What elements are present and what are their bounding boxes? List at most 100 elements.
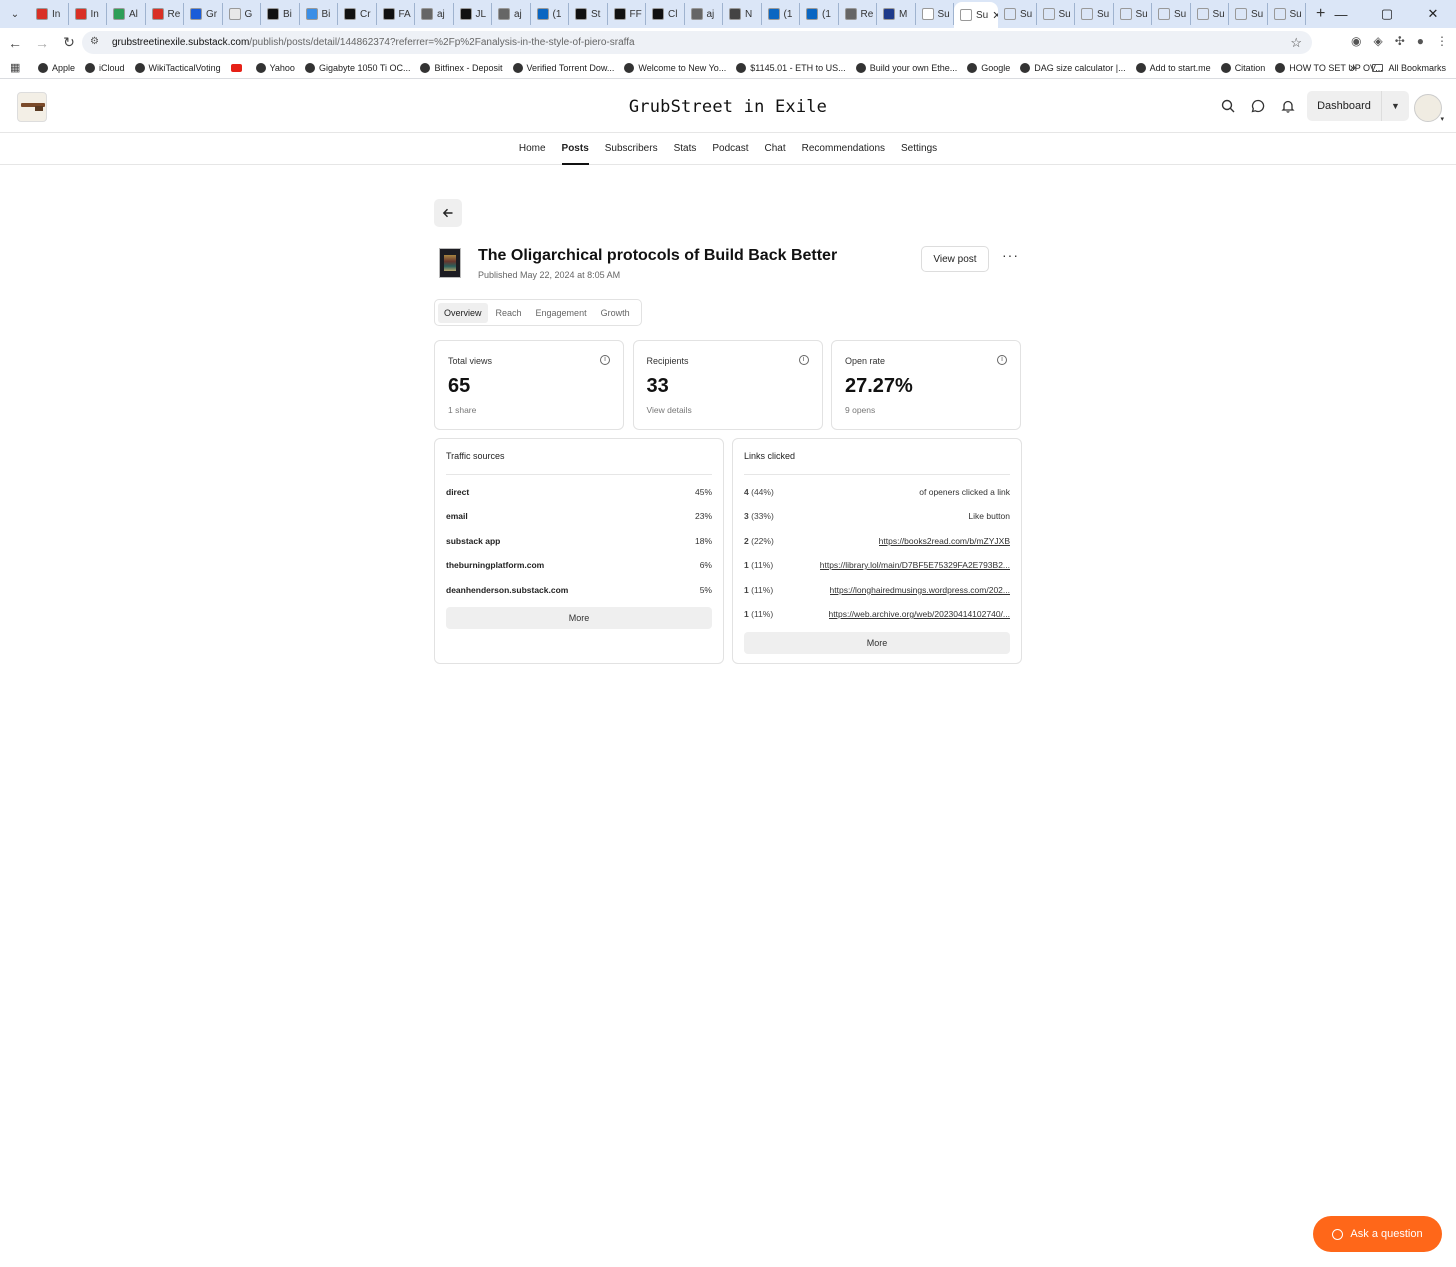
- more-options-icon[interactable]: ···: [1002, 247, 1019, 263]
- bookmark-star-icon[interactable]: ☆: [1290, 35, 1302, 51]
- back-arrow-icon[interactable]: [434, 199, 462, 227]
- nav-item-podcast[interactable]: Podcast: [712, 133, 748, 165]
- bookmark-item[interactable]: Yahoo: [255, 62, 295, 73]
- bookmark-item[interactable]: DAG size calculator |...: [1020, 62, 1126, 73]
- browser-tab[interactable]: Al: [107, 3, 146, 25]
- nav-item-home[interactable]: Home: [519, 133, 546, 165]
- ask-question-button[interactable]: Ask a question: [1313, 1216, 1442, 1252]
- browser-tab[interactable]: JL: [454, 3, 492, 25]
- all-bookmarks[interactable]: All Bookmarks: [1372, 63, 1446, 73]
- browser-menu-icon[interactable]: ⋮: [1436, 34, 1448, 48]
- browser-tab[interactable]: In: [69, 3, 107, 25]
- browser-tab[interactable]: FA: [377, 3, 415, 25]
- extension-icon[interactable]: ◉: [1351, 34, 1361, 48]
- avatar[interactable]: ▾: [1414, 94, 1444, 123]
- browser-tab[interactable]: Re: [146, 3, 184, 25]
- traffic-more-button[interactable]: More: [446, 607, 712, 629]
- nav-item-recommendations[interactable]: Recommendations: [802, 133, 885, 165]
- bookmark-item[interactable]: Bitfinex - Deposit: [420, 62, 503, 73]
- minimize-icon[interactable]: —: [1318, 7, 1364, 22]
- clicked-link[interactable]: https://longhairedmusings.wordpress.com/…: [830, 585, 1010, 595]
- nav-item-subscribers[interactable]: Subscribers: [605, 133, 658, 165]
- bookmark-item[interactable]: WikiTacticalVoting: [134, 62, 221, 73]
- browser-tab[interactable]: In: [30, 3, 69, 25]
- dashboard-button[interactable]: Dashboard ▼: [1307, 91, 1409, 121]
- puzzle-icon[interactable]: ✣: [1395, 34, 1405, 48]
- browser-tab[interactable]: (1: [762, 3, 800, 25]
- bookmark-item[interactable]: Apple: [38, 62, 75, 73]
- bookmark-item[interactable]: iCloud: [85, 62, 125, 73]
- tab-overview[interactable]: Overview: [438, 302, 488, 323]
- tab-reach[interactable]: Reach: [490, 303, 528, 323]
- browser-tab[interactable]: (1: [800, 3, 839, 25]
- links-more-button[interactable]: More: [744, 632, 1010, 654]
- browser-tab[interactable]: Bi: [300, 3, 338, 25]
- browser-tab[interactable]: Su: [1037, 3, 1075, 25]
- browser-tab[interactable]: Bi: [261, 3, 300, 25]
- browser-tab[interactable]: Su: [1268, 3, 1306, 25]
- browser-tab[interactable]: Su: [998, 3, 1037, 25]
- browser-tab[interactable]: (1: [531, 3, 569, 25]
- bookmark-item[interactable]: Add to start.me: [1135, 62, 1211, 73]
- browser-tab-active[interactable]: Su ✕: [954, 2, 998, 28]
- more-bookmarks-icon[interactable]: »: [1350, 62, 1356, 74]
- profile-icon[interactable]: ●: [1417, 34, 1424, 48]
- browser-tab[interactable]: aj: [415, 3, 454, 25]
- nav-item-settings[interactable]: Settings: [901, 133, 937, 165]
- view-post-button[interactable]: View post: [921, 246, 989, 272]
- search-icon[interactable]: [1220, 98, 1236, 114]
- tab-growth[interactable]: Growth: [595, 303, 636, 323]
- close-window-icon[interactable]: ✕: [1410, 6, 1456, 22]
- browser-tab[interactable]: Su: [1152, 3, 1191, 25]
- browser-tab[interactable]: Su: [1114, 3, 1152, 25]
- browser-tab[interactable]: FF: [608, 3, 646, 25]
- url-bar[interactable]: ⚙ grubstreetinexile.substack.com/publish…: [82, 31, 1312, 54]
- tab-engagement[interactable]: Engagement: [530, 303, 593, 323]
- browser-tab[interactable]: Su: [1229, 3, 1268, 25]
- bookmark-item[interactable]: Build your own Ethe...: [855, 62, 957, 73]
- browser-tab[interactable]: Cr: [338, 3, 377, 25]
- browser-tab[interactable]: St: [569, 3, 608, 25]
- chat-icon[interactable]: [1250, 98, 1266, 114]
- browser-tab[interactable]: Su: [916, 3, 954, 25]
- nav-item-chat[interactable]: Chat: [765, 133, 786, 165]
- bookmark-item[interactable]: Google: [967, 62, 1010, 73]
- browser-tab[interactable]: G: [223, 3, 261, 25]
- info-icon[interactable]: i: [997, 355, 1007, 365]
- info-icon[interactable]: i: [600, 355, 610, 365]
- extension-icon[interactable]: ◈: [1373, 34, 1382, 48]
- nav-item-stats[interactable]: Stats: [674, 133, 697, 165]
- apps-grid-icon[interactable]: ▦: [10, 61, 24, 74]
- chevron-down-icon[interactable]: ▼: [1381, 91, 1409, 121]
- browser-tab[interactable]: Su: [1191, 3, 1229, 25]
- browser-tab[interactable]: Re: [839, 3, 877, 25]
- nav-item-posts[interactable]: Posts: [561, 133, 590, 165]
- info-icon[interactable]: i: [798, 355, 809, 365]
- back-nav-icon[interactable]: ←: [3, 35, 27, 51]
- maximize-icon[interactable]: ▢: [1364, 6, 1410, 22]
- tab-search-icon[interactable]: ⌄: [4, 4, 26, 24]
- clicked-link[interactable]: https://web.archive.org/web/202304141027…: [829, 609, 1010, 619]
- browser-tab[interactable]: Cl: [646, 3, 685, 25]
- bookmark-item[interactable]: Gigabyte 1050 Ti OC...: [304, 62, 410, 73]
- reload-icon[interactable]: ↻: [57, 34, 81, 51]
- browser-tab[interactable]: N: [723, 3, 762, 25]
- clicked-link[interactable]: https://library.lol/main/D7BF5E75329FA2E…: [820, 560, 1010, 570]
- clicked-link[interactable]: https://books2read.com/b/mZYJXB: [879, 536, 1010, 546]
- bell-icon[interactable]: [1280, 98, 1296, 114]
- stat-subtext[interactable]: View details: [647, 405, 692, 415]
- bookmark-item[interactable]: [230, 63, 246, 72]
- forward-nav-icon[interactable]: →: [30, 35, 54, 51]
- browser-tab[interactable]: Gr: [184, 3, 223, 25]
- chat-bubble-icon: [1332, 1228, 1344, 1240]
- browser-tab[interactable]: aj: [685, 3, 723, 25]
- bookmark-item[interactable]: $1145.01 - ETH to US...: [736, 62, 846, 73]
- bookmark-item[interactable]: Welcome to New Yo...: [624, 62, 726, 73]
- bookmark-item[interactable]: Citation: [1220, 62, 1265, 73]
- bookmark-item[interactable]: Verified Torrent Dow...: [512, 62, 614, 73]
- browser-tab[interactable]: aj: [492, 3, 531, 25]
- site-info-icon[interactable]: ⚙: [90, 36, 104, 50]
- browser-tab[interactable]: Su: [1075, 3, 1114, 25]
- browser-tab[interactable]: M: [877, 3, 916, 25]
- bookmark-item[interactable]: HOW TO SET UP OV...: [1275, 62, 1383, 73]
